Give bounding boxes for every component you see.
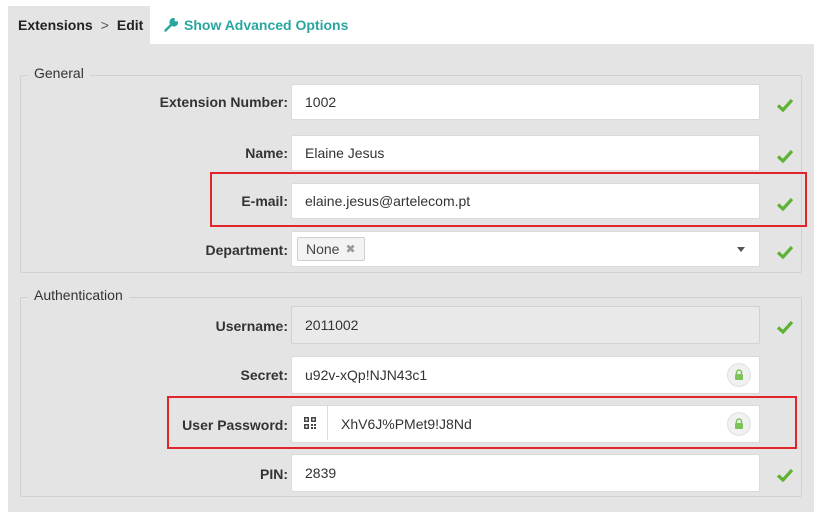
- header-bar: Extensions > Edit Show Advanced Options: [0, 0, 814, 44]
- user-password-highlight-box: [167, 396, 797, 449]
- valid-check-icon: [776, 98, 794, 112]
- lock-icon[interactable]: [727, 363, 751, 387]
- wrench-icon: [164, 18, 178, 32]
- pin-value: 2839: [305, 465, 337, 481]
- chevron-down-icon[interactable]: [737, 247, 745, 252]
- breadcrumb-separator: >: [100, 17, 109, 33]
- department-label: Department:: [205, 242, 288, 258]
- extension-number-value: 1002: [305, 94, 337, 110]
- department-tag-label: None: [306, 241, 340, 257]
- general-legend: General: [28, 65, 90, 81]
- breadcrumb: Extensions > Edit: [8, 6, 150, 44]
- secret-label: Secret:: [240, 367, 288, 383]
- username-value: 2011002: [305, 317, 359, 333]
- valid-check-icon: [776, 320, 794, 334]
- remove-tag-icon[interactable]: ✖: [345, 242, 355, 256]
- extension-number-input[interactable]: 1002: [291, 84, 760, 120]
- department-tag: None ✖: [297, 237, 365, 261]
- valid-check-icon: [776, 245, 794, 259]
- edit-form-panel: General Extension Number: 1002 Name: Ela…: [8, 44, 814, 512]
- name-label: Name:: [245, 145, 288, 161]
- show-advanced-options-link[interactable]: Show Advanced Options: [164, 6, 348, 44]
- name-input[interactable]: Elaine Jesus: [291, 135, 760, 171]
- department-select[interactable]: None ✖: [291, 231, 760, 267]
- name-value: Elaine Jesus: [305, 145, 385, 161]
- pin-input[interactable]: 2839: [291, 454, 760, 492]
- valid-check-icon: [776, 149, 794, 163]
- secret-value: u92v-xQp!NJN43c1: [305, 367, 428, 383]
- username-label: Username:: [215, 318, 288, 334]
- secret-input[interactable]: u92v-xQp!NJN43c1: [291, 356, 760, 394]
- breadcrumb-root[interactable]: Extensions: [18, 17, 93, 33]
- extension-number-label: Extension Number:: [159, 94, 288, 110]
- valid-check-icon: [776, 468, 794, 482]
- show-advanced-options-label: Show Advanced Options: [184, 17, 349, 33]
- breadcrumb-current: Edit: [116, 17, 144, 33]
- pin-label: PIN:: [260, 466, 288, 482]
- email-highlight-box: [210, 172, 807, 227]
- username-input: 2011002: [291, 306, 760, 344]
- authentication-legend: Authentication: [28, 287, 129, 303]
